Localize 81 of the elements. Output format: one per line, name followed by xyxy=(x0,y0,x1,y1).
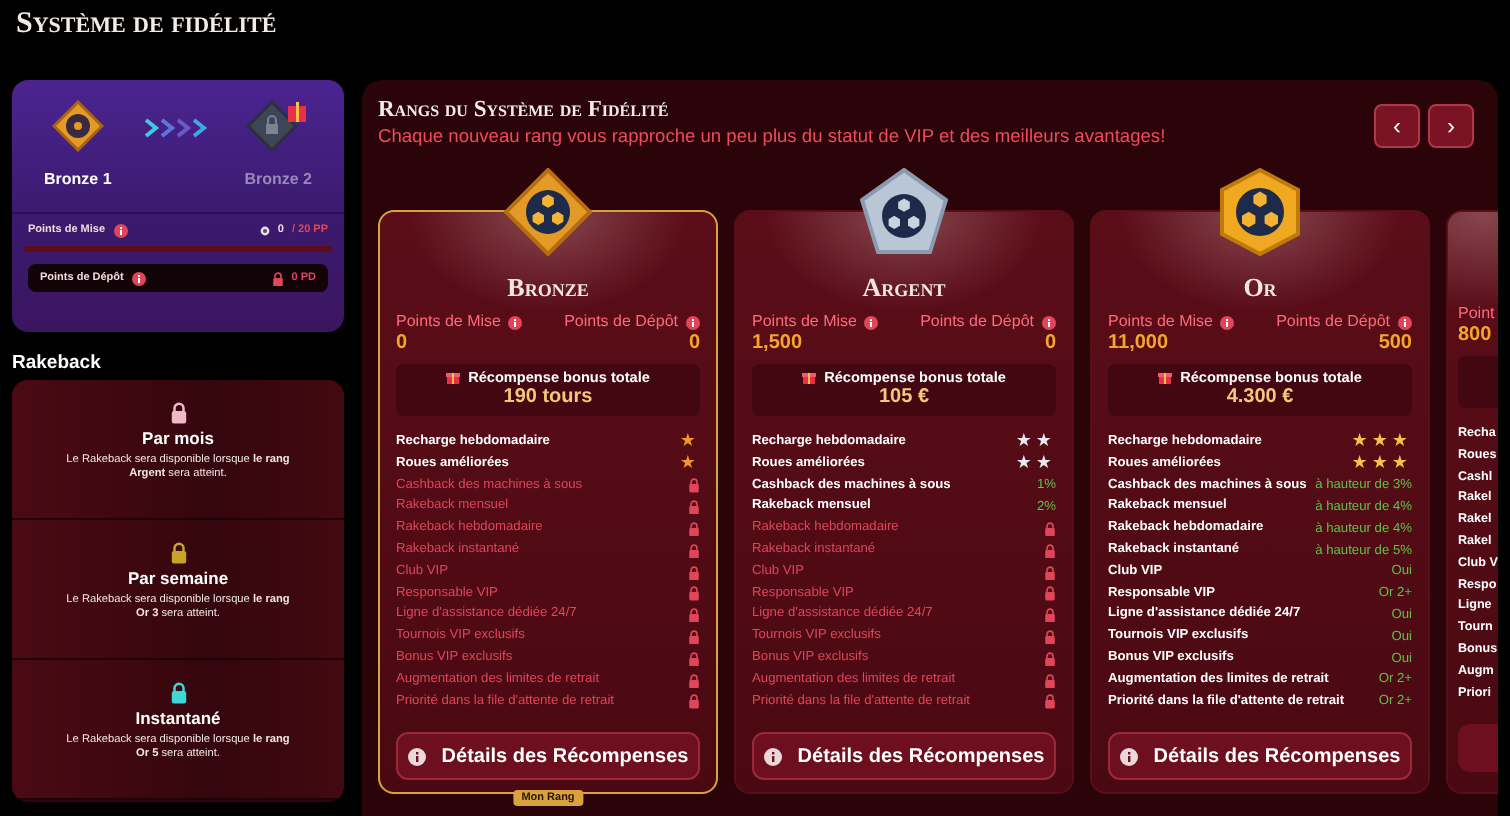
star-rating: ★★ xyxy=(1015,432,1056,453)
lock-icon xyxy=(688,543,700,558)
stake-value: 0 xyxy=(396,332,410,354)
deposit-label: Points de Dépôt xyxy=(1276,312,1390,332)
gift-icon xyxy=(1158,370,1173,384)
star-rating: ★★★ xyxy=(1351,454,1412,475)
lock-icon xyxy=(688,500,700,515)
lock-icon xyxy=(688,586,700,602)
next-button[interactable]: › xyxy=(1428,104,1474,148)
deposit-value: 0 xyxy=(1042,332,1056,354)
lock-icon xyxy=(1044,543,1056,558)
locked-badge-icon xyxy=(246,100,311,152)
stake-label: Point xyxy=(1458,304,1497,324)
deposit-value: 500 xyxy=(1376,332,1412,354)
rank-badge-icon xyxy=(1216,168,1304,256)
deposit-label: Points de Dépôt xyxy=(920,312,1034,332)
coin-icon xyxy=(259,225,270,236)
rank-name: Argent xyxy=(860,272,948,304)
previous-button[interactable]: ‹ xyxy=(1374,104,1420,148)
stake-value: 1,500 xyxy=(752,332,805,354)
lock-icon xyxy=(1044,521,1056,537)
lock-icon xyxy=(688,673,700,688)
page-title: Système de fidélité xyxy=(16,6,279,44)
stake-value: 800 xyxy=(1458,324,1494,346)
lock-icon xyxy=(1044,565,1056,580)
gift-icon xyxy=(446,370,461,384)
lock-icon xyxy=(688,694,700,710)
lock-icon xyxy=(1044,673,1056,688)
section-heading: Rakeback xyxy=(12,352,103,376)
lock-icon xyxy=(1044,608,1056,623)
rank-name: Or xyxy=(1241,272,1279,304)
star-rating: ★ xyxy=(679,454,700,475)
star-rating: ★★ xyxy=(1015,454,1056,475)
star-rating: ★ xyxy=(679,432,700,453)
lock-icon xyxy=(1044,651,1056,666)
lock-icon xyxy=(271,271,284,286)
reward-value: 4.300 € xyxy=(1224,386,1296,410)
rank-name: Bronze xyxy=(505,272,591,304)
lock-icon xyxy=(1044,586,1056,602)
stake-label: Points de Mise xyxy=(396,312,501,332)
info-icon xyxy=(508,315,523,329)
rank-badge-icon xyxy=(860,168,948,256)
reward-value: 105 € xyxy=(876,386,932,410)
info-icon xyxy=(1119,747,1138,766)
stake-value: 11,000 xyxy=(1108,332,1171,354)
lock-icon xyxy=(1044,629,1056,645)
reward-value: 190 tours xyxy=(501,386,595,410)
rank-badge-icon xyxy=(51,100,104,152)
deposit-value: 0 xyxy=(686,332,700,354)
rank-badge-icon xyxy=(504,168,592,256)
deposit-label: Points de Dépôt xyxy=(564,312,678,332)
lock-icon xyxy=(688,521,700,537)
rank-name: Bronze 1 xyxy=(44,168,112,192)
details-button[interactable]: Détails des Récompenses xyxy=(396,732,700,781)
lock-icon xyxy=(688,608,700,623)
info-icon xyxy=(1220,315,1235,329)
info-icon xyxy=(113,223,128,238)
info-icon xyxy=(1042,315,1056,329)
info-icon xyxy=(131,271,146,286)
rakeback-title: Par mois xyxy=(142,427,214,450)
section-title: Rangs du Système de Fidélité xyxy=(378,96,671,124)
info-icon xyxy=(686,315,700,329)
stake-label: Points de Mise xyxy=(752,312,857,332)
rakeback-title: Par semaine xyxy=(127,567,229,590)
rank-name: Bronze 2 xyxy=(244,168,312,192)
gift-icon xyxy=(802,370,817,384)
rakeback-title: Instantané xyxy=(135,707,221,730)
lock-icon xyxy=(688,478,700,494)
details-button[interactable]: Détails des Récompenses xyxy=(1108,732,1412,781)
info-icon xyxy=(864,315,879,329)
info-icon xyxy=(407,747,426,766)
lock-icon xyxy=(688,629,700,645)
section-subtitle: Chaque nouveau rang vous rapproche un peu plus du statut de VIP et des meilleurs avantages! xyxy=(378,124,1166,150)
star-rating: ★★★ xyxy=(1351,432,1412,453)
lock-icon xyxy=(1044,694,1056,710)
info-icon xyxy=(1398,315,1412,329)
lock-icon xyxy=(688,651,700,666)
stake-label: Points de Mise xyxy=(1108,312,1213,332)
info-icon xyxy=(763,747,782,766)
lock-icon xyxy=(688,565,700,580)
details-button[interactable]: Détails des Récompenses xyxy=(752,732,1056,781)
